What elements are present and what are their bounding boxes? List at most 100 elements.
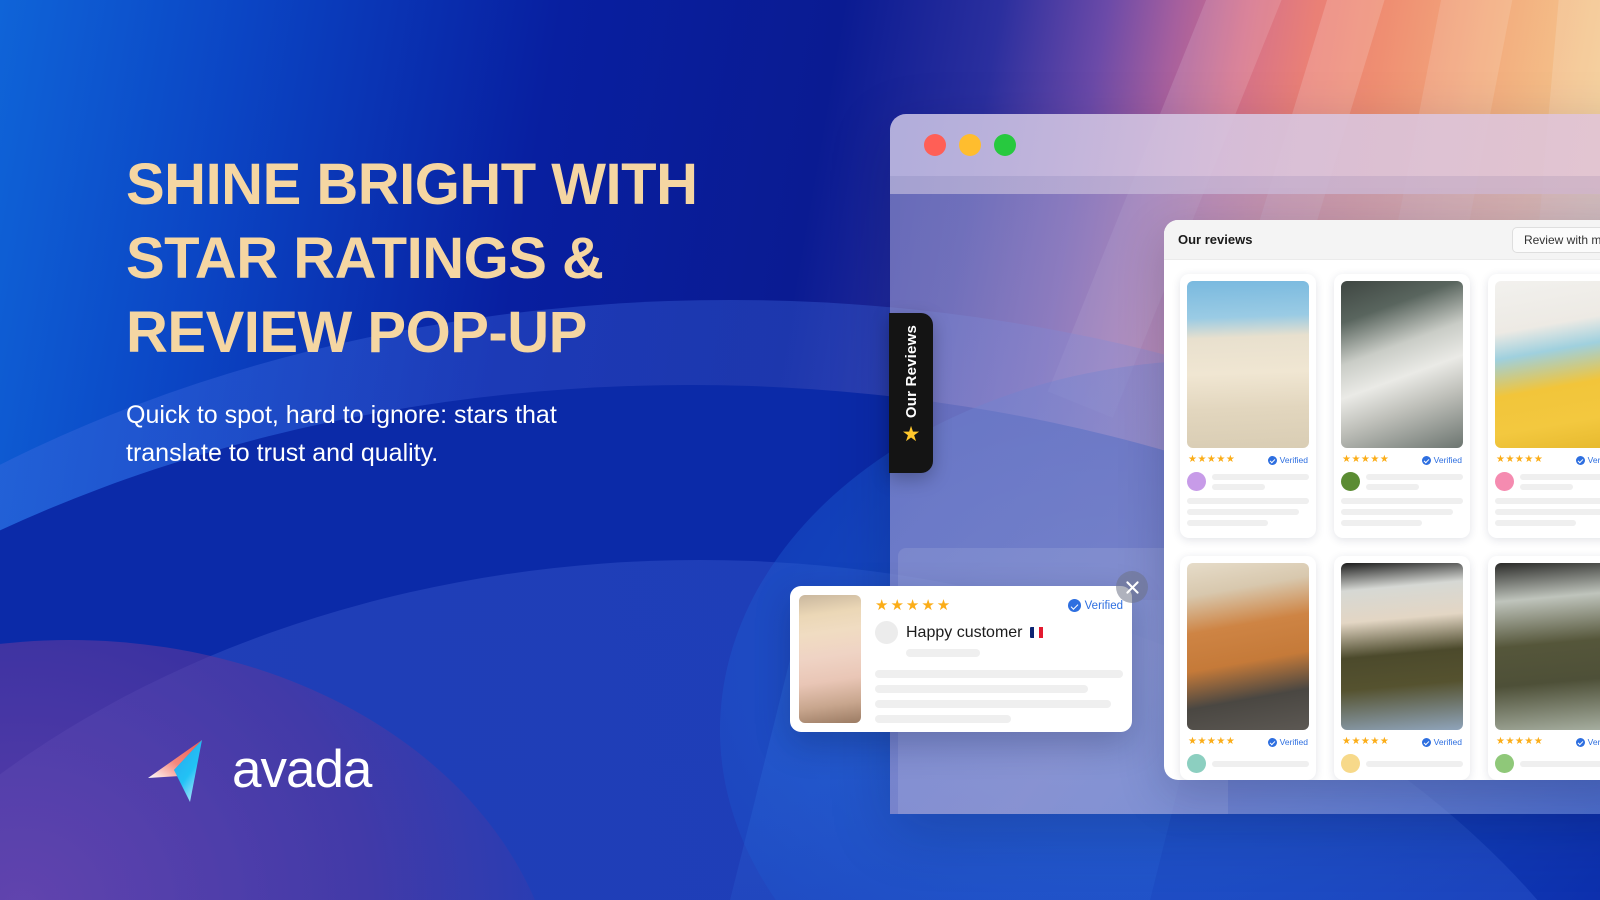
review-card[interactable]: ★★★★★ Verified [1180, 274, 1316, 538]
paper-plane-logo-icon [146, 734, 218, 804]
page-title: SHINE BRIGHT WITH STAR RATINGS & REVIEW … [126, 148, 786, 370]
reviewer-name-placeholder [1212, 760, 1309, 767]
avatar [1495, 754, 1514, 773]
popup-reviewer-name: Happy customer [906, 623, 1023, 641]
reviewer-name-placeholder [1366, 473, 1463, 490]
subheadline-line-2: translate to trust and quality. [126, 439, 439, 467]
star-rating-icon: ★★★★★ [1342, 454, 1390, 465]
reviewer-name-placeholder [1520, 473, 1600, 490]
review-meta: ★★★★★ Verified [1341, 736, 1463, 748]
review-text-placeholder [1495, 498, 1600, 526]
verified-label: Verified [1587, 455, 1600, 465]
star-rating-icon: ★★★★★ [1188, 454, 1236, 465]
star-rating-icon: ★★★★★ [875, 597, 953, 614]
reviewer-name-placeholder [1366, 760, 1463, 767]
star-rating-icon: ★★★★★ [1496, 454, 1544, 465]
review-meta: ★★★★★ Verified [1187, 454, 1309, 466]
our-reviews-tab[interactable]: Our Reviews ★ [889, 313, 933, 473]
avatar [1187, 472, 1206, 491]
avatar [875, 621, 898, 644]
status-badge: Verified [1575, 737, 1600, 747]
reviews-panel-title: Our reviews [1178, 232, 1253, 247]
window-minimize-icon[interactable] [959, 134, 981, 156]
popup-close-button[interactable] [1116, 571, 1148, 603]
popup-reviewer-subtitle-placeholder [906, 649, 980, 657]
reviewer-name-placeholder [1212, 473, 1309, 490]
headline-line-3: REVIEW POP-UP [126, 300, 587, 365]
browser-title-bar [890, 114, 1600, 176]
verified-label: Verified [1587, 737, 1600, 747]
reviews-panel: Our reviews Review with me ★★★★★ Verifie… [1164, 220, 1600, 780]
review-with-media-button[interactable]: Review with me [1511, 226, 1600, 253]
verified-label: Verified [1279, 737, 1308, 747]
page-subtitle: Quick to spot, hard to ignore: stars tha… [126, 396, 786, 472]
avatar [1341, 754, 1360, 773]
popup-content: ★★★★★ Verified Happy customer [875, 595, 1123, 723]
subheadline-line-1: Quick to spot, hard to ignore: stars tha… [126, 401, 557, 429]
reviews-panel-header: Our reviews Review with me [1164, 220, 1600, 260]
review-popup[interactable]: ★★★★★ Verified Happy customer [790, 586, 1132, 732]
status-badge: Verified [1575, 455, 1600, 465]
browser-toolbar-strip [890, 176, 1600, 194]
review-text-placeholder [1341, 498, 1463, 526]
review-meta: ★★★★★ Verified [1187, 736, 1309, 748]
review-card[interactable]: ★★★★★ Verified [1488, 274, 1600, 538]
review-meta: ★★★★★ Verified [1341, 454, 1463, 466]
popup-review-text-placeholder [875, 670, 1123, 723]
verified-check-icon [1267, 455, 1277, 465]
verified-check-icon [1575, 455, 1585, 465]
headline-line-2: STAR RATINGS & [126, 226, 604, 291]
status-badge: Verified [1267, 737, 1308, 747]
star-rating-icon: ★★★★★ [1188, 736, 1236, 747]
review-card[interactable]: ★★★★★ Verified [1488, 556, 1600, 780]
verified-label: Verified [1279, 455, 1308, 465]
review-photo [1495, 563, 1600, 730]
review-card[interactable]: ★★★★★ Verified [1334, 274, 1470, 538]
close-icon [1125, 580, 1140, 595]
our-reviews-tab-label: Our Reviews [902, 325, 920, 419]
reviewer-row [1187, 472, 1309, 491]
reviewer-row [1495, 754, 1600, 773]
review-card[interactable]: ★★★★★ Verified [1180, 556, 1316, 780]
window-maximize-icon[interactable] [994, 134, 1016, 156]
france-flag-icon [1029, 627, 1044, 638]
star-rating-icon: ★★★★★ [1496, 736, 1544, 747]
review-text-placeholder [1187, 498, 1309, 526]
brand-logo: avada [146, 734, 372, 804]
review-photo [1187, 281, 1309, 448]
popup-review-photo [799, 595, 861, 723]
reviewer-row [1495, 472, 1600, 491]
verified-label: Verified [1084, 599, 1123, 612]
popup-header-row: ★★★★★ Verified [875, 598, 1123, 613]
popup-reviewer-row: Happy customer [875, 621, 1123, 644]
status-badge: Verified [1421, 737, 1462, 747]
star-icon: ★ [901, 423, 921, 447]
review-photo [1495, 281, 1600, 448]
review-photo [1187, 563, 1309, 730]
review-photo [1341, 563, 1463, 730]
reviewer-name-placeholder [1520, 760, 1600, 767]
status-badge: Verified [1267, 455, 1308, 465]
hero-copy: SHINE BRIGHT WITH STAR RATINGS & REVIEW … [126, 148, 786, 472]
review-meta: ★★★★★ Verified [1495, 736, 1600, 748]
verified-check-icon [1421, 455, 1431, 465]
avatar [1341, 472, 1360, 491]
verified-check-icon [1575, 737, 1585, 747]
review-meta: ★★★★★ Verified [1495, 454, 1600, 466]
star-rating-icon: ★★★★★ [1342, 736, 1390, 747]
review-photo [1341, 281, 1463, 448]
verified-label: Verified [1433, 737, 1462, 747]
verified-check-icon [1267, 737, 1277, 747]
popup-reviewer-name-wrap: Happy customer [906, 624, 1044, 642]
avatar [1187, 754, 1206, 773]
reviews-grid: ★★★★★ Verified ★★★★★ Verified ★★★★★ Ver … [1164, 260, 1600, 780]
brand-name: avada [232, 739, 372, 799]
avatar [1495, 472, 1514, 491]
verified-label: Verified [1433, 455, 1462, 465]
verified-check-icon [1067, 599, 1081, 612]
review-card[interactable]: ★★★★★ Verified [1334, 556, 1470, 780]
status-badge: Verified [1421, 455, 1462, 465]
reviewer-row [1187, 754, 1309, 773]
headline-line-1: SHINE BRIGHT WITH [126, 152, 698, 217]
window-close-icon[interactable] [924, 134, 946, 156]
